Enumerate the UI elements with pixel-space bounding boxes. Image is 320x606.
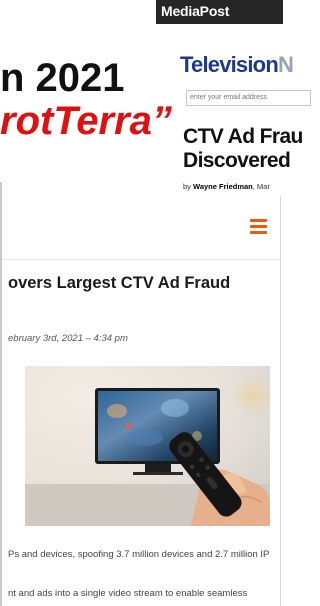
byline-prefix: by [183, 182, 191, 191]
mediapost-byline: by Wayne Friedman, Mar [183, 182, 270, 191]
tv-remote-photo [25, 366, 270, 526]
mediapost-logo[interactable]: MediaPost [161, 3, 229, 19]
article-header [0, 196, 280, 244]
hamburger-menu-icon[interactable] [250, 219, 267, 234]
mediapost-headline-line2: Discovered [183, 149, 291, 172]
header-divider [0, 259, 280, 260]
slide-title: n 2021 [0, 56, 125, 100]
article-headline: overs Largest CTV Ad Fraud [8, 274, 231, 292]
article-window: overs Largest CTV Ad Fraud ebruary 3rd, … [0, 196, 280, 606]
email-input[interactable]: enter your email address [186, 90, 311, 106]
mediapost-top-bar: MediaPost [156, 0, 283, 24]
television-news-logo[interactable]: TelevisionN [180, 52, 294, 78]
byline-author[interactable]: Wayne Friedman [193, 182, 253, 191]
slide-highlight: rotTerra” [0, 99, 172, 143]
window-left-edge [0, 182, 2, 606]
article-body-line-2: nt and ads into a single video stream to… [8, 588, 248, 599]
article-body-line-1: Ps and devices, spoofing 3.7 million dev… [8, 549, 270, 560]
mediapost-headline[interactable]: CTV Ad Frau Discovered [183, 125, 303, 173]
byline-suffix: , Mar [252, 182, 270, 191]
television-logo-text: Television [180, 52, 279, 77]
mediapost-headline-line1: CTV Ad Frau [183, 125, 303, 148]
article-date: ebruary 3rd, 2021 – 4:34 pm [8, 333, 128, 344]
television-logo-tail: N [277, 52, 294, 77]
